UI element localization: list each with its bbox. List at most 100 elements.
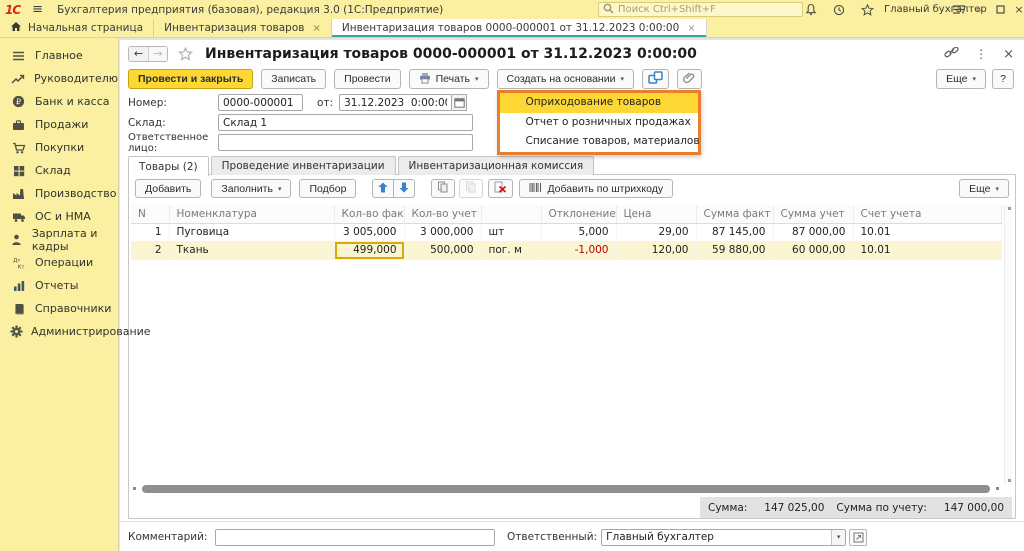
print-button[interactable]: Печать▾ [409, 69, 489, 89]
open-responsible-icon[interactable] [849, 529, 867, 546]
number-input[interactable] [218, 94, 303, 111]
cell-n[interactable]: 2 [131, 241, 169, 259]
horizontal-scrollbar[interactable] [133, 484, 999, 493]
cell-deviation[interactable]: 5,000 [541, 223, 616, 241]
move-up-button[interactable] [372, 179, 394, 198]
sidebar-item-operations[interactable]: ДтКтОперации [0, 251, 118, 274]
items-more-button[interactable]: Еще▾ [959, 179, 1009, 198]
delete-row-button[interactable] [488, 179, 513, 198]
document-close-icon[interactable]: × [1003, 47, 1014, 62]
tab-close-icon[interactable]: × [687, 23, 695, 34]
col-amount-account[interactable]: Сумма учет [773, 205, 853, 223]
window-close-button[interactable]: × [1008, 0, 1024, 19]
date-input[interactable] [339, 94, 452, 111]
cell-nomenclature[interactable]: Пуговица [169, 223, 334, 241]
col-price[interactable]: Цена [616, 205, 696, 223]
paste-row-button[interactable] [459, 179, 483, 198]
cell-account[interactable]: 10.01 [853, 241, 1002, 259]
comment-input[interactable] [215, 529, 495, 546]
vertical-scrollbar[interactable] [1004, 205, 1013, 484]
more-button[interactable]: Еще▾ [936, 69, 986, 89]
sidebar-item-main[interactable]: Главное [0, 44, 118, 67]
sidebar-item-reports[interactable]: Отчеты [0, 274, 118, 297]
sidebar-item-sales[interactable]: Продажи [0, 113, 118, 136]
menu-item-goods-receipt[interactable]: Оприходование товаров [500, 93, 698, 113]
cell-n[interactable]: 1 [131, 223, 169, 241]
main-menu-icon[interactable]: ≡ [32, 0, 43, 19]
combo-dropdown-icon[interactable]: ▾ [831, 530, 845, 545]
save-button[interactable]: Записать [261, 69, 326, 89]
tab-inventory-commission[interactable]: Инвентаризационная комиссия [398, 156, 595, 175]
tab-inventory-list[interactable]: Инвентаризация товаров × [154, 19, 332, 37]
move-down-button[interactable] [394, 179, 415, 198]
add-row-button[interactable]: Добавить [135, 179, 201, 198]
cell-account[interactable]: 10.01 [853, 223, 1002, 241]
responsible-person-input[interactable] [218, 134, 473, 151]
col-n[interactable]: N [131, 205, 169, 223]
col-deviation[interactable]: Отклонение [541, 205, 616, 223]
copy-row-button[interactable] [431, 179, 455, 198]
tab-home[interactable]: Начальная страница [0, 19, 154, 37]
cell-amount-fact[interactable]: 87 145,00 [696, 223, 773, 241]
col-account[interactable]: Счет учета [853, 205, 1002, 223]
cell-nomenclature[interactable]: Ткань [169, 241, 334, 259]
cell-unit[interactable]: шт [481, 223, 541, 241]
tab-close-icon[interactable]: × [312, 23, 320, 34]
get-link-icon[interactable] [944, 47, 959, 62]
sidebar-item-purchases[interactable]: Покупки [0, 136, 118, 159]
cell-amount-account[interactable]: 60 000,00 [773, 241, 853, 259]
window-minimize-button[interactable]: – [968, 0, 990, 19]
create-based-on-button[interactable]: Создать на основании▾ [497, 69, 634, 89]
calendar-icon[interactable] [452, 94, 467, 111]
tab-goods[interactable]: Товары (2) [128, 156, 209, 176]
back-arrow-icon[interactable]: ← [129, 47, 148, 61]
global-search[interactable] [598, 2, 803, 17]
col-qty-fact[interactable]: Кол-во факт [334, 205, 404, 223]
sidebar-item-bank-cash[interactable]: ₽Банк и касса [0, 90, 118, 113]
tab-inventory-document[interactable]: Инвентаризация товаров 0000-000001 от 31… [332, 19, 707, 37]
col-qty-account[interactable]: Кол-во учет [404, 205, 481, 223]
edo-exchange-button[interactable] [642, 69, 669, 89]
sidebar-item-production[interactable]: Производство [0, 182, 118, 205]
sidebar-item-warehouse[interactable]: Склад [0, 159, 118, 182]
cell-amount-fact[interactable]: 59 880,00 [696, 241, 773, 259]
cell-qty-account[interactable]: 3 000,000 [404, 223, 481, 241]
warehouse-input[interactable] [218, 114, 473, 131]
cell-price[interactable]: 120,00 [616, 241, 696, 259]
post-and-close-button[interactable]: Провести и закрыть [128, 69, 253, 89]
sidebar-item-fixed-assets[interactable]: ОС и НМА [0, 205, 118, 228]
cell-unit[interactable]: пог. м [481, 241, 541, 259]
responsible-combo[interactable]: Главный бухгалтер ▾ [601, 529, 846, 546]
table-row[interactable]: 1 Пуговица 3 005,000 3 000,000 шт 5,000 … [131, 223, 1002, 241]
cell-deviation[interactable]: -1,000 [541, 241, 616, 259]
col-nomenclature[interactable]: Номенклатура [169, 205, 334, 223]
search-input[interactable] [618, 4, 798, 15]
service-menu-icon[interactable] [948, 0, 970, 19]
attachments-button[interactable] [677, 69, 702, 89]
tab-inventory-execution[interactable]: Проведение инвентаризации [211, 156, 396, 175]
col-unit[interactable] [481, 205, 541, 223]
cell-qty-account[interactable]: 500,000 [404, 241, 481, 259]
sidebar-item-administration[interactable]: Администрирование [0, 320, 118, 343]
notifications-bell-icon[interactable] [800, 0, 822, 19]
col-amount-fact[interactable]: Сумма факт [696, 205, 773, 223]
fill-button[interactable]: Заполнить▾ [211, 179, 291, 198]
add-by-barcode-button[interactable]: Добавить по штрихкоду [519, 179, 673, 198]
help-button[interactable]: ? [992, 69, 1014, 89]
menu-item-goods-write-off[interactable]: Списание товаров, материалов [500, 132, 698, 152]
cell-qty-fact-focused[interactable]: 499,000 [334, 241, 404, 259]
table-row[interactable]: 2 Ткань 499,000 500,000 пог. м -1,000 12… [131, 241, 1002, 259]
more-dots-icon[interactable]: ⋮ [975, 47, 987, 61]
favorite-star-icon[interactable] [178, 47, 193, 61]
post-button[interactable]: Провести [334, 69, 400, 89]
history-icon[interactable] [828, 0, 850, 19]
favorites-star-icon[interactable] [856, 0, 878, 19]
sidebar-item-directories[interactable]: Справочники [0, 297, 118, 320]
forward-arrow-icon[interactable]: → [148, 47, 167, 61]
cell-qty-fact[interactable]: 3 005,000 [334, 223, 404, 241]
cell-price[interactable]: 29,00 [616, 223, 696, 241]
sidebar-item-manager[interactable]: Руководителю [0, 67, 118, 90]
cell-amount-account[interactable]: 87 000,00 [773, 223, 853, 241]
scrollbar-thumb[interactable] [142, 485, 990, 493]
pick-button[interactable]: Подбор [299, 179, 356, 198]
